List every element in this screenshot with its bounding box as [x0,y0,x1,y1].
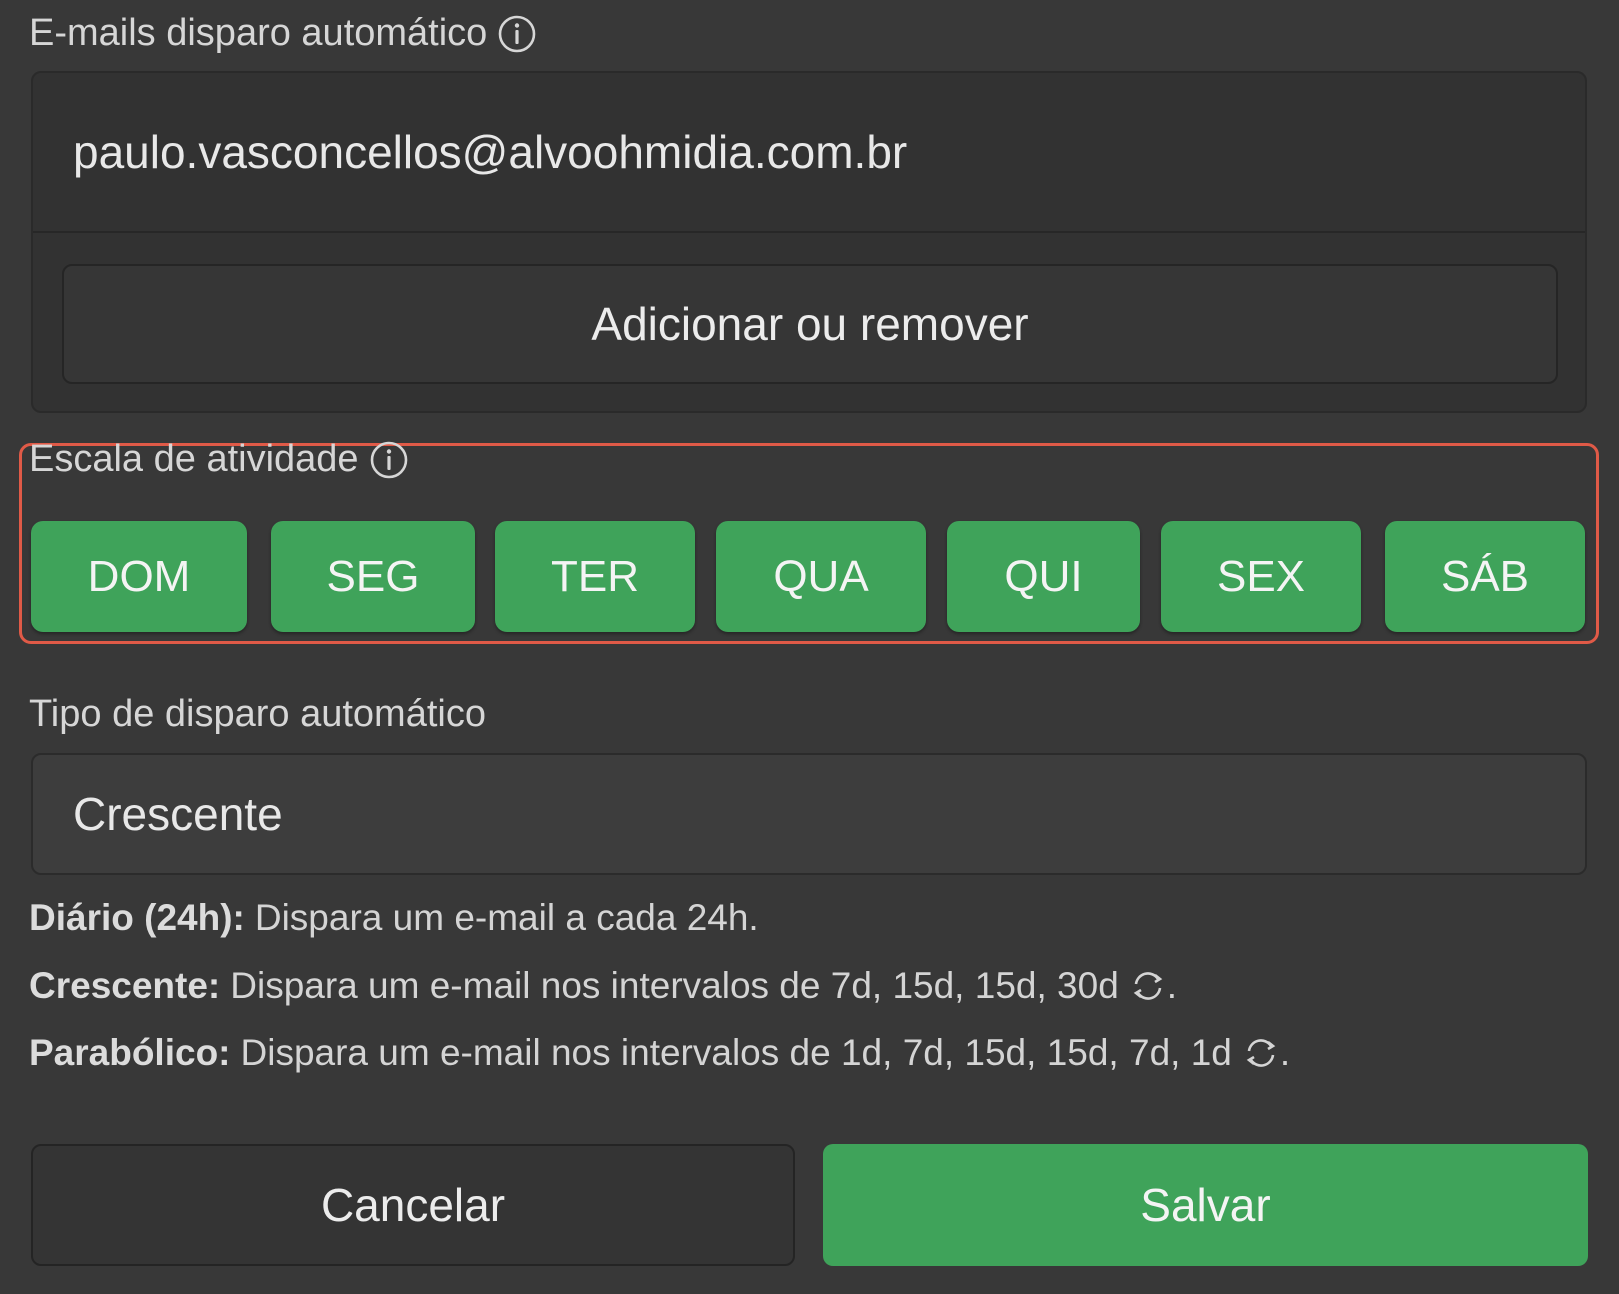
save-button[interactable]: Salvar [823,1144,1588,1266]
trigger-type-label-text: Tipo de disparo automático [29,693,486,735]
day-toggle-saturday[interactable]: SÁB [1385,521,1585,632]
cancel-button-label: Cancelar [320,1179,506,1231]
cycle-icon [1129,967,1167,1005]
activity-scale-label-text: Escala de atividade [29,438,359,480]
cancel-button[interactable]: Cancelar [31,1144,795,1266]
day-label: TER [551,551,639,601]
day-toggle-thursday[interactable]: QUI [947,521,1140,632]
day-label: QUA [773,551,869,601]
day-label: SÁB [1440,551,1530,601]
auto-email-settings-panel: E-mails disparo automático paulo.vasconc… [0,0,1619,1294]
trigger-type-select[interactable]: Crescente [31,753,1587,875]
day-toggle-monday[interactable]: SEG [271,521,475,632]
description-term: Crescente: [29,965,221,1006]
emails-list-box: paulo.vasconcellos@alvoohmidia.com.br Ad… [31,71,1587,413]
description-term: Parabólico: [29,1032,231,1073]
save-button-label: Salvar [1140,1179,1271,1231]
description-term: Diário (24h): [29,897,245,938]
email-item: paulo.vasconcellos@alvoohmidia.com.br [33,73,1585,233]
trigger-type-selected-value: Crescente [73,788,283,840]
day-toggle-wednesday[interactable]: QUA [716,521,926,632]
cycle-icon [1242,1034,1280,1072]
day-label: SEG [326,551,420,601]
description-text: Dispara um e-mail nos intervalos de 7d, … [230,965,1119,1006]
trigger-type-label: Tipo de disparo automático [29,693,486,736]
emails-section-label-text: E-mails disparo automático [29,12,488,54]
add-remove-emails-button[interactable]: Adicionar ou remover [62,264,1558,384]
day-toggle-tuesday[interactable]: TER [495,521,695,632]
emails-section-label: E-mails disparo automático [29,12,537,55]
description-crescente: Crescente: Dispara um e-mail nos interva… [29,965,1178,1006]
activity-scale-label: Escala de atividade [29,438,409,481]
day-label: QUI [1004,551,1083,601]
description-text: Dispara um e-mail nos intervalos de 1d, … [240,1032,1232,1073]
email-address: paulo.vasconcellos@alvoohmidia.com.br [73,126,908,178]
info-icon[interactable] [369,440,409,480]
day-toggle-sunday[interactable]: DOM [31,521,247,632]
info-icon[interactable] [497,14,537,54]
description-text: Dispara um e-mail a cada 24h. [254,897,759,938]
description-parabolico: Parabólico: Dispara um e-mail nos interv… [29,1032,1291,1073]
description-daily: Diário (24h): Dispara um e-mail a cada 2… [29,897,759,939]
day-label: SEX [1216,551,1306,601]
day-toggle-friday[interactable]: SEX [1161,521,1361,632]
day-label: DOM [87,551,191,601]
add-remove-emails-label: Adicionar ou remover [591,298,1029,350]
